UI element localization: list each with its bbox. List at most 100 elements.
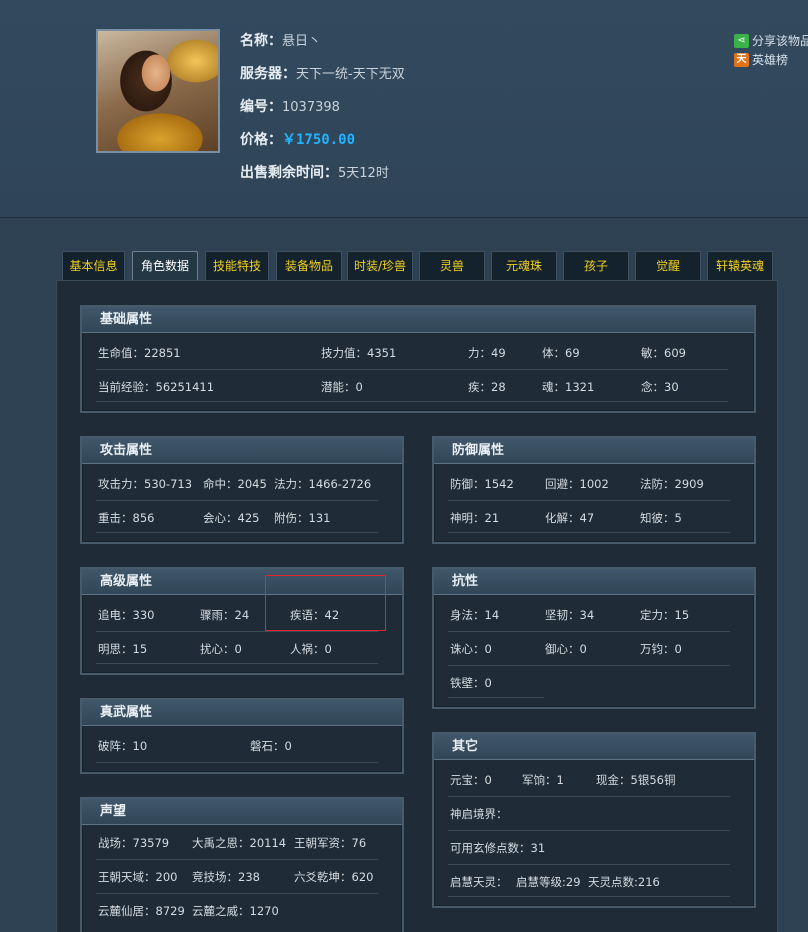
- stat-hit: 命中：2045: [203, 477, 267, 491]
- stat-wisdom-level: 启慧等级:29: [516, 875, 581, 889]
- stat-extra-dmg: 附伤：131: [274, 511, 331, 525]
- divider: [448, 500, 730, 501]
- stat-dynasty-supplies: 王朝军资：76: [294, 836, 367, 850]
- stat-tenacity: 坚韧：34: [545, 608, 595, 622]
- stat-calamity: 人祸：0: [290, 642, 332, 656]
- stat-resolve: 化解：47: [545, 511, 595, 525]
- panel-title: 抗性: [434, 569, 754, 595]
- tab-xuanyuan[interactable]: 轩辕英魂: [707, 251, 773, 281]
- stat-magic: 法力：1466-2726: [274, 477, 372, 491]
- stat-heart-strike: 诛心：0: [450, 642, 492, 656]
- divider: [96, 663, 378, 664]
- stat-yunlu-might: 云麓之威：1270: [192, 904, 279, 918]
- tab-fashion-pets[interactable]: 时装/珍兽: [347, 251, 413, 281]
- stat-wisdom-label: 启慧天灵：: [450, 875, 508, 889]
- divider: [448, 896, 730, 897]
- character-info: 名称：悬日丶 服务器：天下一统-天下无双 编号：1037398 价格：￥1750…: [240, 32, 405, 197]
- price-value: ￥1750.00: [282, 132, 356, 148]
- stat-heavy-force: 万钧：0: [640, 642, 682, 656]
- stat-focus: 定力：15: [640, 608, 690, 622]
- hero-board-link[interactable]: 天英雄榜: [734, 50, 808, 69]
- share-icon: ⋖: [734, 33, 749, 48]
- stat-rain: 骤雨：24: [200, 608, 250, 622]
- stat-yuanbao: 元宝：0: [450, 773, 492, 787]
- stat-con: 体：69: [542, 346, 580, 360]
- stat-defense: 防御：1542: [450, 477, 514, 491]
- divider: [448, 532, 730, 533]
- stat-battlefield: 战场：73579: [98, 836, 170, 850]
- divider: [448, 796, 730, 797]
- stat-divine-realm: 神启境界：: [450, 807, 508, 821]
- panel-title: 攻击属性: [82, 438, 402, 464]
- stat-cash: 现金：5银56铜: [596, 773, 676, 787]
- stat-dynasty-domain: 王朝天域：200: [98, 870, 178, 884]
- stat-potential: 潜能：0: [321, 380, 363, 394]
- stat-dodge: 回避：1002: [545, 477, 609, 491]
- share-links: ⋖ 分享该物品 天英雄榜: [734, 31, 808, 69]
- stat-military-pay: 军饷：1: [522, 773, 564, 787]
- stat-clarity: 明思：15: [98, 642, 148, 656]
- tab-children[interactable]: 孩子: [563, 251, 629, 281]
- item-id: 1037398: [282, 100, 340, 115]
- tab-soul-orb[interactable]: 元魂珠: [491, 251, 557, 281]
- divider: [448, 697, 544, 698]
- stat-break-formation: 破阵：10: [98, 739, 148, 753]
- divider: [96, 500, 378, 501]
- server-name: 天下一统-天下无双: [296, 67, 405, 82]
- stat-heart-guard: 御心：0: [545, 642, 587, 656]
- stat-crit: 会心：425: [203, 511, 260, 525]
- id-row: 编号：1037398: [240, 99, 340, 115]
- stat-xuanxiu-points: 可用玄修点数：31: [450, 841, 546, 855]
- tab-skills[interactable]: 技能特技: [205, 251, 269, 281]
- character-name: 悬日丶: [282, 34, 322, 49]
- panel-title: 声望: [82, 799, 402, 825]
- divider: [96, 369, 728, 370]
- stat-hp: 生命值：22851: [98, 346, 181, 360]
- stat-speed: 疾：28: [468, 380, 506, 394]
- divider: [96, 859, 378, 860]
- stat-lightning: 追电：330: [98, 608, 155, 622]
- stat-mind: 念：30: [641, 380, 679, 394]
- divider: [96, 631, 378, 632]
- divider: [96, 762, 378, 763]
- tab-awakening[interactable]: 觉醒: [635, 251, 701, 281]
- stat-yunlu-residence: 云麓仙居：8729: [98, 904, 185, 918]
- divider: [448, 631, 730, 632]
- stat-agi: 敏：609: [641, 346, 686, 360]
- panel-title: 防御属性: [434, 438, 754, 464]
- hero-board-icon: 天: [734, 52, 749, 67]
- divider: [96, 893, 378, 894]
- stat-str: 力：49: [468, 346, 506, 360]
- time-row: 出售剩余时间：5天12时: [240, 165, 389, 181]
- divider: [96, 532, 378, 533]
- stat-magic-def: 法防：2909: [640, 477, 704, 491]
- divider: [96, 401, 728, 402]
- stat-dayu-grace: 大禹之恩：20114: [192, 836, 287, 850]
- tab-character-data[interactable]: 角色数据: [132, 251, 198, 281]
- divider: [448, 665, 730, 666]
- server-row: 服务器：天下一统-天下无双: [240, 66, 405, 82]
- character-avatar: [96, 29, 220, 153]
- time-remaining: 5天12时: [338, 166, 389, 181]
- stat-liuyao: 六爻乾坤：620: [294, 870, 374, 884]
- stat-divine: 神明：21: [450, 511, 500, 525]
- tab-equipment[interactable]: 装备物品: [276, 251, 342, 281]
- price-row: 价格：￥1750.00: [240, 132, 356, 148]
- stat-arena: 竞技场：238: [192, 870, 260, 884]
- stat-disturb: 扰心：0: [200, 642, 242, 656]
- divider: [448, 864, 730, 865]
- panel-title: 其它: [434, 734, 754, 760]
- tab-basic-info[interactable]: 基本信息: [62, 251, 125, 281]
- panel-title: 基础属性: [82, 307, 754, 333]
- stat-exp: 当前经验：56251411: [98, 380, 215, 394]
- panel-title: 真武属性: [82, 700, 402, 726]
- tab-spirit-beast[interactable]: 灵兽: [419, 251, 485, 281]
- share-item-link[interactable]: ⋖ 分享该物品: [734, 31, 808, 50]
- stat-skill-points: 技力值：4351: [321, 346, 397, 360]
- divider: [448, 830, 730, 831]
- highlight-box: [265, 575, 386, 631]
- header-area: 名称：悬日丶 服务器：天下一统-天下无双 编号：1037398 价格：￥1750…: [0, 0, 808, 218]
- stat-soul: 魂：1321: [542, 380, 595, 394]
- stat-tianling-points: 天灵点数:216: [588, 875, 660, 889]
- stat-agility: 身法：14: [450, 608, 500, 622]
